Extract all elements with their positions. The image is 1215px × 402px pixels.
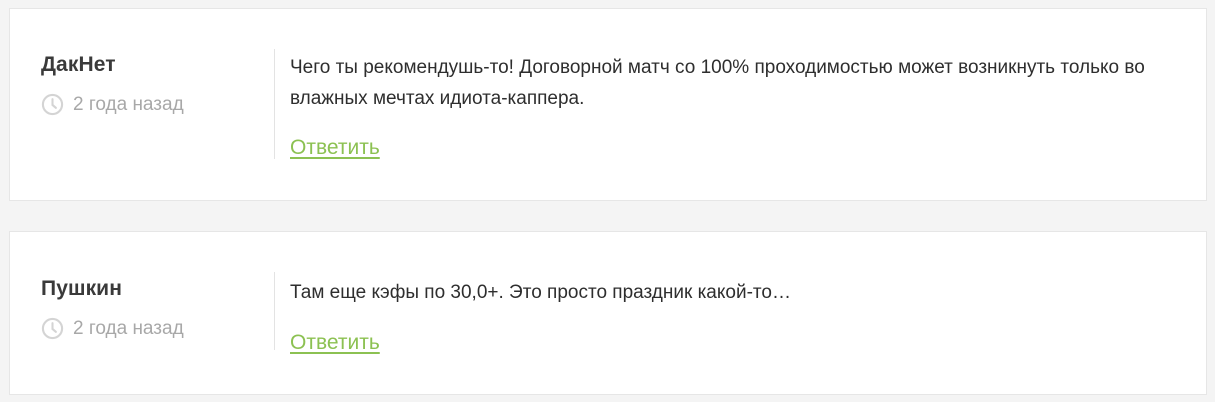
- comment-card: ДакНет 2 года назад Чего ты рекомендушь-…: [9, 8, 1207, 201]
- meta-divider: [274, 49, 275, 159]
- comment-meta: Пушкин 2 года назад: [41, 232, 275, 394]
- comment-body: Там еще кэфы по 30,0+. Это просто праздн…: [290, 277, 1170, 355]
- comment-text: Чего ты рекомендушь-то! Договорной матч …: [290, 57, 1145, 109]
- comment-author: Пушкин: [41, 277, 122, 300]
- comment-meta: ДакНет 2 года назад: [41, 9, 275, 200]
- comment-date: 2 года назад: [73, 317, 184, 339]
- reply-link[interactable]: Ответить: [290, 331, 380, 355]
- clock-icon: [41, 317, 64, 340]
- reply-link[interactable]: Ответить: [290, 136, 380, 160]
- meta-divider: [274, 272, 275, 350]
- comment-date-row: 2 года назад: [41, 93, 184, 116]
- clock-icon: [41, 93, 64, 116]
- comment-body: Чего ты рекомендушь-то! Договорной матч …: [290, 52, 1170, 160]
- comment-date: 2 года назад: [73, 93, 184, 115]
- comment-date-row: 2 года назад: [41, 317, 184, 340]
- comment-author: ДакНет: [41, 53, 116, 76]
- comment-card: Пушкин 2 года назад Там еще кэфы по 30,0…: [9, 231, 1207, 395]
- comment-text: Там еще кэфы по 30,0+. Это просто праздн…: [290, 282, 791, 303]
